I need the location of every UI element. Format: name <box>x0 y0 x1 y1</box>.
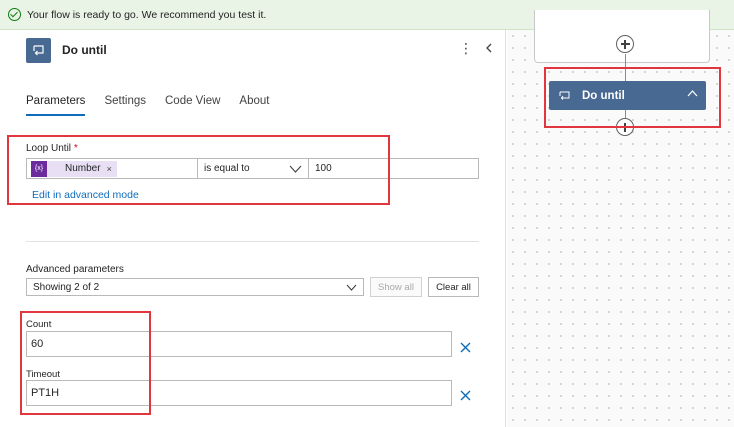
operator-dropdown[interactable]: is equal to <box>198 159 309 178</box>
loop-icon <box>559 91 570 100</box>
tab-code-view[interactable]: Code View <box>165 95 220 116</box>
token-remove-icon[interactable]: × <box>107 164 112 174</box>
operator-value: is equal to <box>204 163 250 174</box>
token-label: Number <box>65 163 101 174</box>
checkmark-circle-icon <box>8 8 21 21</box>
loop-until-label: Loop Until * <box>26 143 78 154</box>
do-until-card-title: Do until <box>582 89 625 102</box>
do-until-card[interactable]: Do until <box>549 81 706 110</box>
edit-advanced-mode-link[interactable]: Edit in advanced mode <box>32 189 139 201</box>
advanced-parameters-dropdown[interactable]: Showing 2 of 2 <box>26 278 364 296</box>
tab-about[interactable]: About <box>239 95 269 116</box>
clear-count-icon[interactable] <box>459 341 472 354</box>
chevron-down-icon <box>289 165 302 173</box>
count-input[interactable]: 60 <box>26 331 452 357</box>
section-divider <box>26 241 479 242</box>
advanced-parameters-value: Showing 2 of 2 <box>33 281 100 293</box>
tab-settings[interactable]: Settings <box>104 95 146 116</box>
chevron-up-icon[interactable] <box>687 90 698 97</box>
tab-parameters[interactable]: Parameters <box>26 95 86 116</box>
connector-line <box>625 54 626 81</box>
panel-title: Do until <box>62 43 107 57</box>
add-step-icon[interactable] <box>616 35 634 53</box>
loop-icon <box>26 38 51 63</box>
required-mark: * <box>73 143 78 154</box>
show-all-button[interactable]: Show all <box>370 277 422 297</box>
clear-all-button[interactable]: Clear all <box>428 277 479 297</box>
condition-value: 100 <box>315 163 332 174</box>
notification-text: Your flow is ready to go. We recommend y… <box>27 8 267 21</box>
action-config-panel: Do until ⋮ Parameters Settings Code View… <box>0 30 506 427</box>
loop-until-label-text: Loop Until <box>26 143 72 154</box>
panel-tabs: Parameters Settings Code View About <box>26 95 288 116</box>
add-step-icon[interactable] <box>616 118 634 136</box>
advanced-parameters-label: Advanced parameters <box>26 264 124 275</box>
timeout-value: PT1H <box>31 387 60 399</box>
count-value: 60 <box>31 338 44 350</box>
collapse-panel-icon[interactable] <box>484 43 494 53</box>
variable-icon: {x} <box>31 160 47 177</box>
clear-timeout-icon[interactable] <box>459 389 472 402</box>
connector-line <box>625 110 626 118</box>
timeout-input[interactable]: PT1H <box>26 380 452 406</box>
condition-right-operand[interactable]: 100 <box>309 159 478 178</box>
condition-left-operand[interactable]: {x} Number × <box>27 159 198 178</box>
timeout-label: Timeout <box>26 369 60 380</box>
loop-condition-row: {x} Number × is equal to 100 <box>26 158 479 179</box>
count-label: Count <box>26 319 52 330</box>
chevron-down-icon <box>346 284 357 291</box>
variable-token[interactable]: {x} Number × <box>31 160 117 177</box>
more-options-icon[interactable]: ⋮ <box>459 40 473 57</box>
